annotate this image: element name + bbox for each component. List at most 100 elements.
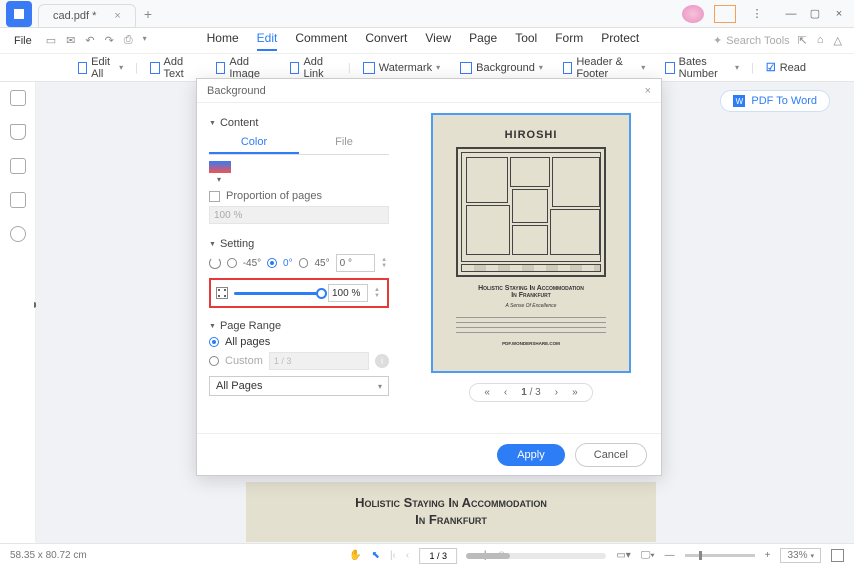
close-window-button[interactable]: × <box>828 5 850 23</box>
first-page-icon[interactable]: |‹ <box>390 550 396 561</box>
fit-page-icon[interactable] <box>831 549 844 562</box>
zoom-out-icon[interactable]: — <box>665 550 675 561</box>
page-number-input[interactable] <box>419 548 457 564</box>
watermark-icon <box>363 62 375 74</box>
section-setting[interactable]: Setting <box>209 238 389 250</box>
save-icon[interactable]: ▭ <box>46 34 56 47</box>
chevron-down-icon: ▾ <box>378 382 382 391</box>
angle-spinner[interactable]: ▲▼ <box>381 257 389 269</box>
swatch-dropdown-icon[interactable]: ▾ <box>217 175 389 184</box>
more-icon[interactable]: ⋮ <box>746 5 768 23</box>
close-tab-icon[interactable]: × <box>114 10 120 22</box>
background-button[interactable]: Background▾ <box>452 60 551 76</box>
cloud-icon[interactable]: ⌂ <box>817 34 824 47</box>
bookmark-icon[interactable] <box>10 124 26 140</box>
tab-comment[interactable]: Comment <box>295 31 347 51</box>
preview-pager: « ‹ 1 / 3 › » <box>469 383 592 402</box>
bates-icon <box>665 62 674 74</box>
angle-input[interactable]: 0 ° <box>336 254 376 272</box>
custom-range-input: 1 / 3 <box>269 352 369 370</box>
thumbnails-icon[interactable] <box>10 90 26 106</box>
page-range-select[interactable]: All Pages ▾ <box>209 376 389 396</box>
chevron-down-icon[interactable]: ▾ <box>143 34 147 47</box>
pager-first-icon[interactable]: « <box>484 387 490 398</box>
add-text-button[interactable]: Add Text <box>142 54 204 82</box>
tab-edit[interactable]: Edit <box>257 31 278 51</box>
radio-0[interactable] <box>267 258 277 268</box>
floorplan <box>456 147 606 277</box>
tab-page[interactable]: Page <box>469 31 497 51</box>
bates-button[interactable]: Bates Number▾ <box>657 54 747 82</box>
watermark-button[interactable]: Watermark▾ <box>355 60 448 76</box>
tab-form[interactable]: Form <box>555 31 583 51</box>
section-page-range[interactable]: Page Range <box>209 320 389 332</box>
info-icon[interactable]: i <box>375 354 389 368</box>
tab-protect[interactable]: Protect <box>601 31 639 51</box>
file-menu[interactable]: File <box>6 33 40 49</box>
zoom-value-input[interactable]: 100 % <box>328 284 368 302</box>
tab-convert[interactable]: Convert <box>365 31 407 51</box>
document-tab[interactable]: cad.pdf * × <box>38 4 136 28</box>
account-avatar-icon[interactable] <box>682 5 704 23</box>
display-mode-icon[interactable]: 🖵▾ <box>641 550 655 561</box>
text-icon <box>150 62 160 74</box>
search-panel-icon[interactable] <box>10 226 26 242</box>
rotate-icon <box>209 257 221 269</box>
zoom-slider-status[interactable] <box>685 554 755 557</box>
tab-home[interactable]: Home <box>207 31 239 51</box>
share-icon[interactable]: ⇱ <box>798 34 807 47</box>
slider-thumb[interactable] <box>316 288 327 299</box>
select-tool-icon[interactable]: ⬉ <box>372 550 380 561</box>
radio-custom[interactable] <box>209 356 219 366</box>
subtab-file[interactable]: File <box>299 133 389 154</box>
radio-neg45[interactable] <box>227 258 237 268</box>
cancel-button[interactable]: Cancel <box>575 443 647 467</box>
notification-icon[interactable] <box>714 5 736 23</box>
preview-page: HIROSHI Holistic Staying In Accommodatio… <box>431 113 631 373</box>
header-footer-icon <box>563 62 572 74</box>
mail-icon[interactable]: ✉ <box>66 34 75 47</box>
check-icon: ☑ <box>766 61 776 74</box>
read-toggle[interactable]: ☑Read <box>758 59 814 76</box>
dialog-close-icon[interactable]: × <box>645 85 651 97</box>
radio-45[interactable] <box>299 258 309 268</box>
link-icon <box>290 62 300 74</box>
undo-icon[interactable]: ↶ <box>85 34 94 47</box>
page-dimensions: 58.35 x 80.72 cm <box>10 550 87 561</box>
redo-icon[interactable]: ↷ <box>105 34 114 47</box>
pager-prev-icon[interactable]: ‹ <box>504 387 507 398</box>
pager-next-icon[interactable]: › <box>555 387 558 398</box>
print-icon[interactable]: ⎙ <box>124 34 133 47</box>
horizontal-scrollbar[interactable] <box>466 553 606 559</box>
proportion-checkbox[interactable]: Proportion of pages <box>209 190 389 202</box>
search-tools-input[interactable]: ✦ Search Tools <box>713 34 790 47</box>
edit-icon <box>78 62 87 74</box>
view-mode-icon[interactable]: ▭▾ <box>616 550 630 561</box>
scale-icon <box>216 287 228 299</box>
color-swatch[interactable] <box>209 161 231 173</box>
pager-last-icon[interactable]: » <box>572 387 578 398</box>
zoom-percent-select[interactable]: 33%▾ <box>780 548 821 563</box>
pdf-to-word-button[interactable]: W PDF To Word <box>720 90 830 112</box>
maximize-button[interactable]: ▢ <box>804 5 826 23</box>
edit-all-button[interactable]: Edit All▾ <box>70 54 131 82</box>
zoom-slider[interactable] <box>234 292 322 295</box>
hand-tool-icon[interactable]: ✋ <box>349 550 361 561</box>
subtab-color[interactable]: Color <box>209 133 299 154</box>
app-logo <box>6 1 32 27</box>
apply-button[interactable]: Apply <box>497 444 565 466</box>
zoom-spinner[interactable]: ▲▼ <box>374 287 382 299</box>
zoom-in-icon[interactable]: + <box>765 550 771 561</box>
wand-icon: ✦ <box>713 34 722 47</box>
minimize-button[interactable]: — <box>780 5 802 23</box>
collapse-ribbon-icon[interactable]: △ <box>834 34 842 47</box>
tab-view[interactable]: View <box>425 31 451 51</box>
tab-tool[interactable]: Tool <box>515 31 537 51</box>
radio-all-pages[interactable] <box>209 337 219 347</box>
zoom-setting-highlight: 100 % ▲▼ <box>209 278 389 308</box>
add-tab-button[interactable]: + <box>144 6 152 22</box>
prev-page-icon[interactable]: ‹ <box>406 550 409 561</box>
attachment-icon[interactable] <box>10 192 26 208</box>
comment-panel-icon[interactable] <box>10 158 26 174</box>
section-content[interactable]: Content <box>209 117 389 129</box>
